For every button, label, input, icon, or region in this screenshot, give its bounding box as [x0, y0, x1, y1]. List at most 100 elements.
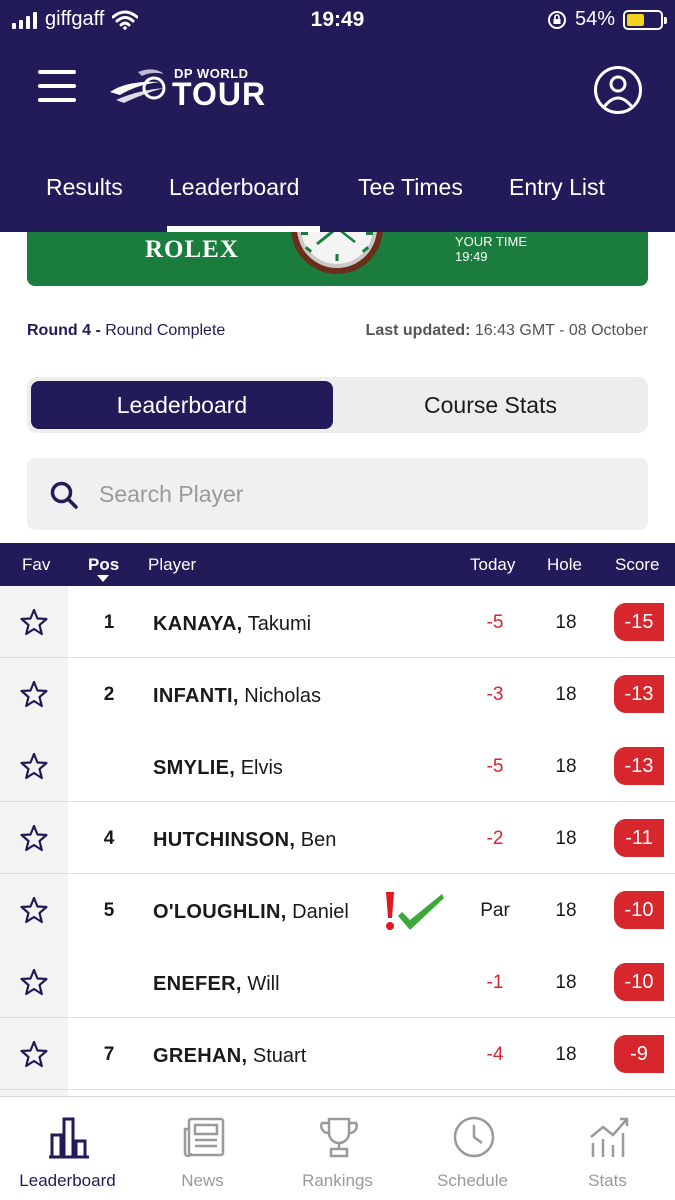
player-name[interactable]: INFANTI, Nicholas	[153, 685, 321, 708]
rotation-lock-icon	[547, 10, 566, 29]
round-separator: -	[91, 322, 106, 339]
search-player-input[interactable]	[99, 472, 619, 516]
player-name[interactable]: SMYLIE, Elvis	[153, 757, 283, 780]
tab-tee-times[interactable]: Tee Times	[358, 174, 463, 201]
news-icon	[183, 1117, 225, 1158]
table-row[interactable]: 2 INFANTI, Nicholas -3 18 -13	[0, 658, 675, 730]
fav-cell	[0, 1018, 68, 1089]
today-score: -3	[486, 684, 504, 705]
player-name[interactable]: KANAYA, Takumi	[153, 613, 311, 636]
star-icon[interactable]	[19, 1040, 49, 1068]
last-updated-value: 16:43 GMT - 08 October	[470, 322, 648, 339]
leaderboard-rows: 1 KANAYA, Takumi -5 18 -15 2 INFANTI, Ni…	[0, 586, 675, 1100]
header-pos[interactable]: Pos	[88, 555, 119, 575]
battery-icon	[623, 9, 667, 30]
bottom-tab-rankings[interactable]: Rankings	[270, 1097, 405, 1200]
hole: 18	[555, 684, 577, 705]
dp-world-tour-logo[interactable]: DP WORLD TOUR	[108, 62, 268, 112]
status-bar: giffgaff 19:49 54%	[0, 0, 675, 40]
round-number: Round 4	[27, 322, 91, 339]
bottom-tab-label: News	[181, 1171, 224, 1190]
last-updated: Last updated: 16:43 GMT - 08 October	[366, 322, 648, 340]
rolex-ad-banner[interactable]: ROLEX YOUR TIME 19:49	[27, 232, 648, 286]
player-surname: ENEFER,	[153, 973, 242, 995]
leaderboard-icon	[49, 1117, 89, 1159]
tab-entry-list[interactable]: Entry List	[509, 174, 605, 201]
hole: 18	[555, 1044, 577, 1065]
fav-cell	[0, 658, 68, 730]
position: 4	[103, 828, 115, 849]
bottom-tab-label: Leaderboard	[19, 1171, 116, 1190]
star-icon[interactable]	[19, 824, 49, 852]
today-score: -2	[486, 828, 504, 849]
bottom-tab-schedule[interactable]: Schedule	[405, 1097, 540, 1200]
rolex-logo: ROLEX	[145, 236, 239, 263]
table-row[interactable]: 7 GREHAN, Stuart -4 18 -9	[0, 1018, 675, 1090]
search-bar[interactable]	[27, 458, 648, 530]
table-row[interactable]: ENEFER, Will -1 18 -10	[0, 946, 675, 1018]
player-surname: O'LOUGHLIN,	[153, 901, 287, 923]
bottom-tab-leaderboard[interactable]: Leaderboard	[0, 1097, 135, 1200]
table-row[interactable]: 5 O'LOUGHLIN, Daniel Par 18 -10	[0, 874, 675, 946]
table-row[interactable]: 1 KANAYA, Takumi -5 18 -15	[0, 586, 675, 658]
hole: 18	[555, 900, 577, 921]
table-row[interactable]: SMYLIE, Elvis -5 18 -13	[0, 730, 675, 802]
logo-big-text: TOUR	[172, 76, 267, 112]
fav-cell	[0, 946, 68, 1017]
your-time-value: 19:49	[455, 249, 488, 264]
player-surname: GREHAN,	[153, 1045, 248, 1067]
star-icon[interactable]	[19, 896, 49, 924]
bottom-tab-label: Stats	[588, 1171, 627, 1190]
stats-icon	[590, 1117, 629, 1157]
player-firstname: Ben	[300, 829, 337, 851]
today-score: -4	[486, 1044, 504, 1065]
leaderboard-table-header: Fav Pos Player Today Hole Score	[0, 543, 675, 586]
search-icon	[50, 481, 78, 509]
player-surname: INFANTI,	[153, 685, 239, 707]
total-score-badge: -13	[614, 747, 664, 785]
total-score-badge: -11	[614, 819, 664, 857]
round-state: Round Complete	[105, 322, 226, 339]
position: 2	[103, 684, 115, 705]
player-firstname: Takumi	[247, 613, 312, 635]
profile-icon[interactable]	[594, 66, 642, 114]
app-header: giffgaff 19:49 54% DP WORLD TOUR Results…	[0, 0, 675, 232]
header-today[interactable]: Today	[470, 555, 515, 575]
header-player[interactable]: Player	[148, 555, 196, 575]
player-firstname: Nicholas	[244, 685, 321, 707]
today-score: -5	[486, 612, 504, 633]
section-tabs: Results Leaderboard Tee Times Entry List	[0, 168, 675, 232]
hamburger-menu-icon[interactable]	[38, 70, 76, 102]
header-score[interactable]: Score	[615, 555, 659, 575]
today-score: -5	[486, 756, 504, 777]
exclamation-check-icon	[386, 892, 444, 930]
your-time: YOUR TIME 19:49	[455, 234, 527, 264]
bottom-tab-news[interactable]: News	[135, 1097, 270, 1200]
user-silhouette-icon	[602, 75, 634, 108]
bottom-tab-label: Schedule	[437, 1171, 508, 1190]
segment-course-stats[interactable]: Course Stats	[337, 381, 644, 429]
player-name[interactable]: ENEFER, Will	[153, 973, 280, 996]
player-firstname: Will	[247, 973, 280, 995]
fav-cell	[0, 586, 68, 657]
player-name[interactable]: GREHAN, Stuart	[153, 1045, 306, 1068]
header-hole[interactable]: Hole	[547, 555, 582, 575]
segment-leaderboard[interactable]: Leaderboard	[31, 381, 333, 429]
star-icon[interactable]	[19, 968, 49, 996]
player-surname: SMYLIE,	[153, 757, 236, 779]
position: 5	[103, 900, 115, 921]
player-name[interactable]: O'LOUGHLIN, Daniel	[153, 901, 349, 924]
bottom-tab-stats[interactable]: Stats	[540, 1097, 675, 1200]
tab-results[interactable]: Results	[46, 174, 123, 201]
player-name[interactable]: HUTCHINSON, Ben	[153, 829, 336, 852]
total-score-badge: -13	[614, 675, 664, 713]
star-icon[interactable]	[19, 680, 49, 708]
battery-percent: 54%	[574, 8, 615, 30]
hole: 18	[555, 612, 577, 633]
star-icon[interactable]	[19, 752, 49, 780]
last-updated-label: Last updated:	[365, 322, 471, 339]
star-icon[interactable]	[19, 608, 49, 636]
player-firstname: Stuart	[252, 1045, 307, 1067]
table-row[interactable]: 4 HUTCHINSON, Ben -2 18 -11	[0, 802, 675, 874]
tab-leaderboard[interactable]: Leaderboard	[169, 174, 299, 201]
